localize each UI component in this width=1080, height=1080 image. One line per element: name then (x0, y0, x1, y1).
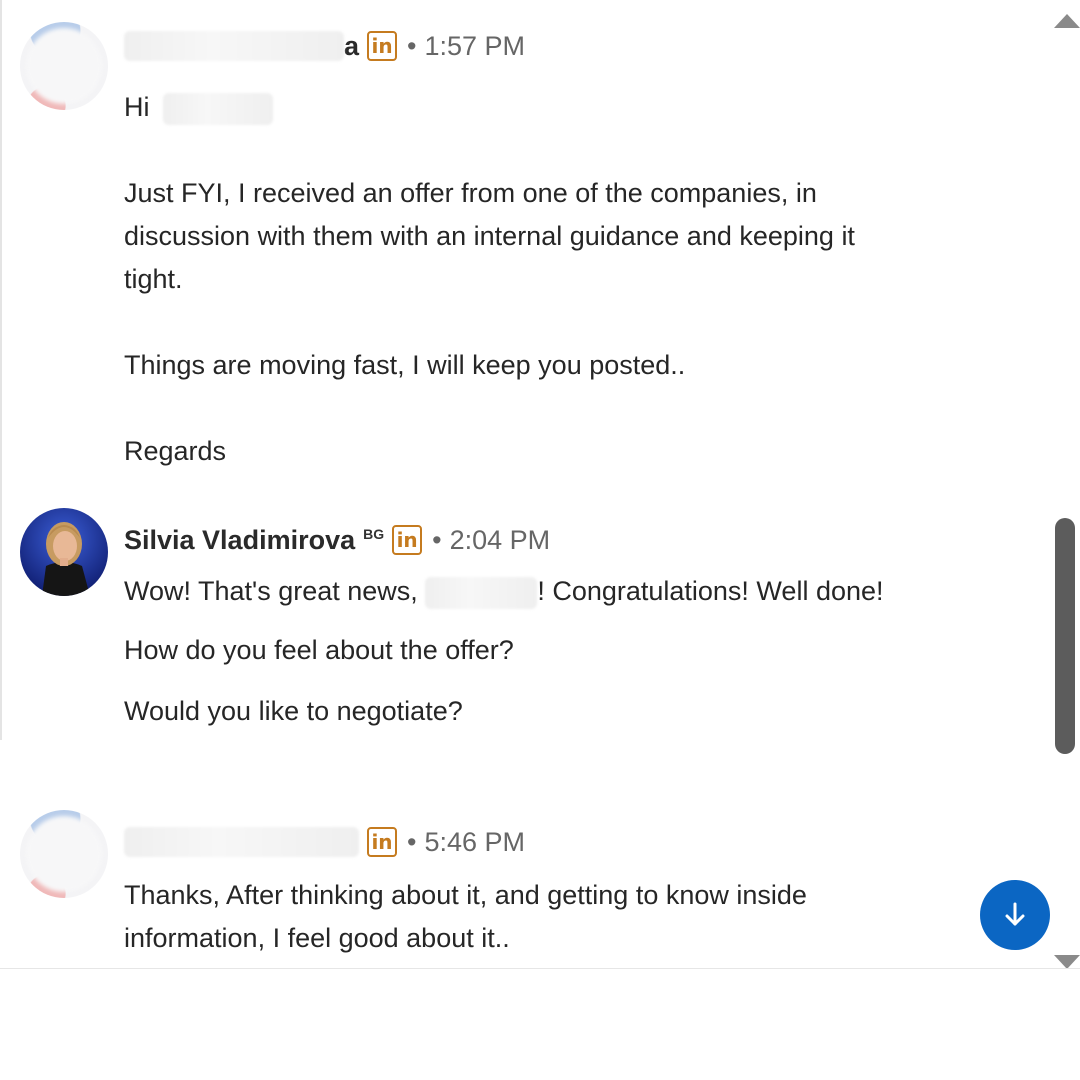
timestamp: 1:57 PM (424, 30, 526, 61)
message-paragraph: Wow! That's great news, ! Congratulation… (124, 570, 904, 613)
arrow-down-icon (1005, 902, 1025, 926)
message-paragraph: Thanks, After thinking about it, and get… (124, 880, 807, 953)
sender-name[interactable]: a (344, 31, 359, 62)
message-paragraph: How do you feel about the offer? (124, 635, 514, 665)
scroll-down-arrow-icon[interactable] (1054, 955, 1080, 968)
panel-border (0, 0, 2, 740)
message-paragraph: Things are moving fast, I will keep you … (124, 350, 686, 380)
message-header: a in • 1:57 PM (124, 26, 525, 66)
redacted-name (124, 827, 359, 857)
jump-to-latest-button[interactable] (980, 880, 1050, 950)
degree-badge: BG (363, 526, 385, 542)
scrollbar-thumb[interactable] (1055, 518, 1075, 754)
timestamp: 5:46 PM (424, 826, 526, 857)
message-body: Wow! That's great news, ! Congratulation… (124, 570, 904, 733)
message-header: Silvia Vladimirova BG in • 2:04 PM (124, 520, 550, 560)
message-body: Hi Just FYI, I received an offer from on… (124, 86, 924, 473)
message-header: in • 5:46 PM (124, 822, 525, 862)
separator-dot: • (407, 826, 417, 857)
redacted-name (425, 576, 538, 609)
linkedin-icon: in (367, 31, 398, 61)
message-thread: a in • 1:57 PM Hi Just FYI, I received a… (0, 0, 1080, 969)
avatar-photo (20, 508, 108, 596)
scrollbar[interactable] (1050, 0, 1080, 968)
separator-dot: • (432, 524, 442, 555)
sender-name[interactable]: Silvia Vladimirova (124, 525, 355, 556)
message-paragraph: Just FYI, I received an offer from one o… (124, 178, 855, 294)
separator-dot: • (407, 30, 417, 61)
redacted-name (163, 92, 274, 125)
message-paragraph: Regards (124, 436, 227, 466)
avatar[interactable] (20, 810, 108, 898)
avatar[interactable] (20, 508, 108, 596)
scroll-up-arrow-icon[interactable] (1054, 14, 1080, 28)
timestamp: 2:04 PM (449, 524, 551, 555)
linkedin-icon: in (392, 525, 423, 555)
message-body: Thanks, After thinking about it, and get… (124, 874, 924, 960)
avatar[interactable] (20, 22, 108, 110)
linkedin-icon: in (367, 827, 397, 857)
message-paragraph: Would you like to negotiate? (124, 696, 463, 726)
greeting: Hi (124, 86, 924, 129)
redacted-name (124, 31, 344, 61)
